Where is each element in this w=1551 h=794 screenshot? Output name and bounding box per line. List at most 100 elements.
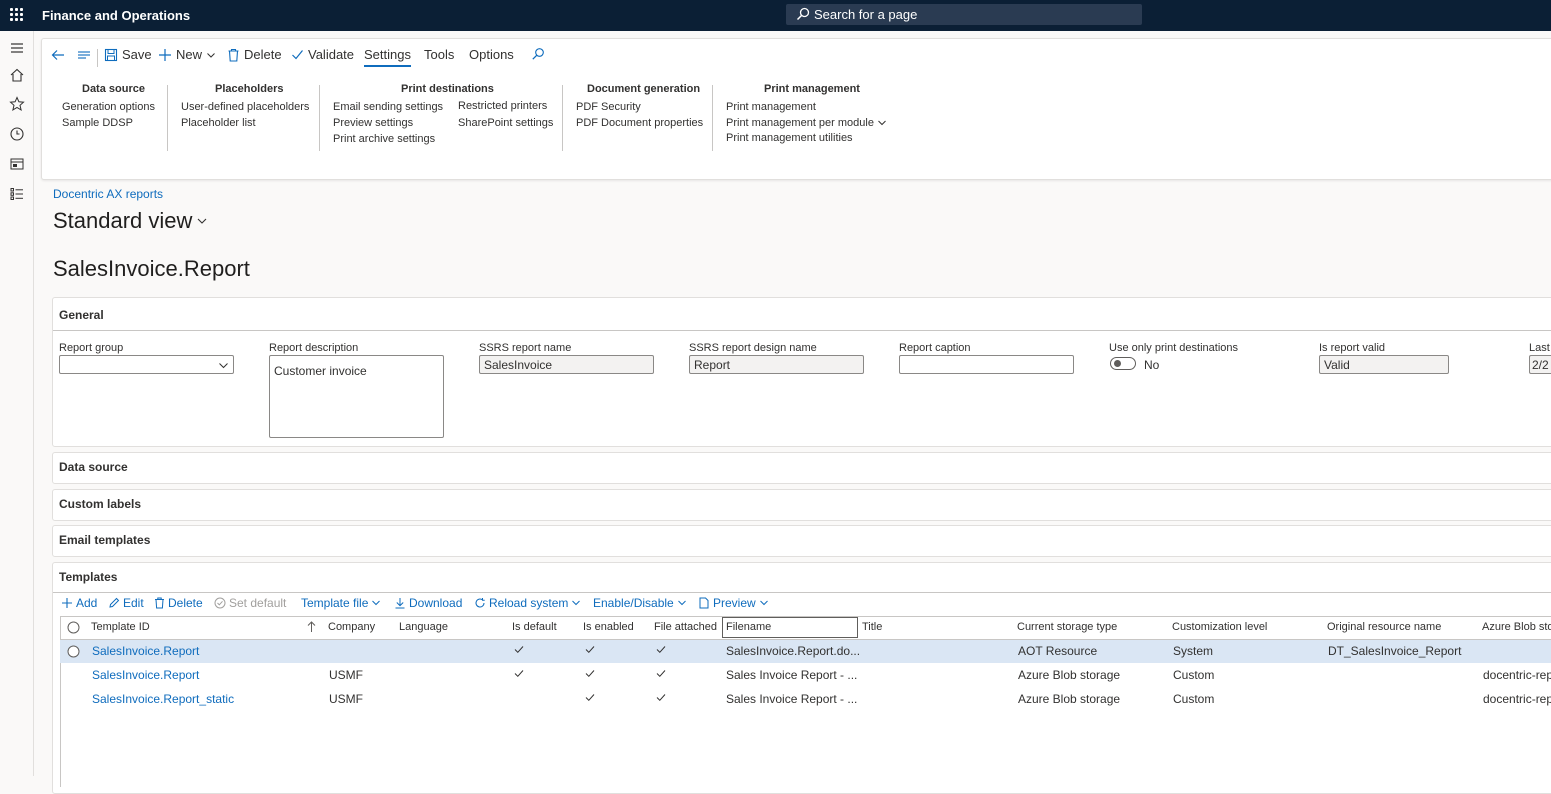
view-name: Standard view bbox=[53, 208, 193, 233]
column-header-company[interactable]: Company bbox=[328, 621, 375, 633]
set-default-button[interactable]: Set default bbox=[214, 596, 286, 610]
menu-item-print-management-per-module[interactable]: Print management per module bbox=[726, 117, 887, 129]
group-divider bbox=[712, 85, 713, 151]
delete-template-button[interactable]: Delete bbox=[154, 596, 203, 610]
app-launcher-icon[interactable] bbox=[10, 8, 24, 22]
search-placeholder: Search for a page bbox=[814, 7, 918, 22]
table-cell-template-id[interactable]: SalesInvoice.Report bbox=[92, 644, 199, 658]
is-default-check-icon bbox=[514, 646, 524, 654]
favorites-star-icon[interactable] bbox=[9, 96, 25, 112]
menu-item-generation-options[interactable]: Generation options bbox=[62, 101, 155, 113]
workspaces-icon[interactable] bbox=[9, 156, 25, 172]
chevron-down-icon bbox=[759, 600, 768, 606]
report-caption-field[interactable] bbox=[899, 355, 1074, 374]
menu-item-pdf-security[interactable]: PDF Security bbox=[576, 101, 641, 113]
sort-ascending-icon bbox=[307, 621, 316, 632]
column-header-is-enabled[interactable]: Is enabled bbox=[583, 621, 634, 633]
search-input[interactable]: Search for a page bbox=[786, 4, 1142, 25]
row-select-radio[interactable] bbox=[67, 645, 80, 658]
column-header-is-default[interactable]: Is default bbox=[512, 621, 557, 633]
add-template-button[interactable]: Add bbox=[61, 596, 97, 610]
report-description-label: Report description bbox=[269, 342, 359, 354]
template-file-label: Template file bbox=[301, 596, 369, 610]
data-source-fasttab[interactable]: Data source bbox=[52, 452, 1551, 484]
table-cell-original-resource: DT_SalesInvoice_Report bbox=[1328, 644, 1462, 658]
menu-item-print-management-utilities[interactable]: Print management utilities bbox=[726, 132, 853, 144]
general-fasttab-header[interactable]: General bbox=[59, 308, 104, 322]
select-all-radio[interactable] bbox=[67, 621, 80, 634]
templates-fasttab-header[interactable]: Templates bbox=[59, 570, 117, 584]
template-file-menu[interactable]: Template file bbox=[301, 596, 381, 610]
ssrs-design-name-field[interactable]: Report bbox=[689, 355, 864, 374]
group-title-print-management: Print management bbox=[764, 83, 860, 95]
plus-icon bbox=[62, 598, 72, 608]
edit-template-button[interactable]: Edit bbox=[108, 596, 144, 610]
email-templates-fasttab-header: Email templates bbox=[59, 533, 151, 547]
download-button[interactable]: Download bbox=[394, 596, 462, 610]
table-cell-filename: SalesInvoice.Report.do... bbox=[726, 644, 861, 658]
hamburger-menu-icon[interactable] bbox=[9, 40, 25, 56]
menu-item-restricted-printers[interactable]: Restricted printers bbox=[458, 100, 547, 112]
menu-item-placeholder-list[interactable]: Placeholder list bbox=[181, 117, 256, 129]
column-header-customization-level[interactable]: Customization level bbox=[1172, 621, 1267, 633]
menu-item-sharepoint-settings[interactable]: SharePoint settings bbox=[458, 117, 553, 129]
table-cell-storage-type: Azure Blob storage bbox=[1018, 692, 1121, 706]
save-button[interactable]: Save bbox=[104, 47, 152, 62]
ssrs-report-name-field[interactable]: SalesInvoice bbox=[479, 355, 654, 374]
menu-item-pdf-document-properties[interactable]: PDF Document properties bbox=[576, 117, 703, 129]
file-attached-check-icon bbox=[656, 646, 666, 654]
preview-menu[interactable]: Preview bbox=[698, 596, 769, 610]
menu-item-preview-settings[interactable]: Preview settings bbox=[333, 117, 413, 129]
use-only-print-destinations-label: Use only print destinations bbox=[1109, 342, 1239, 354]
custom-labels-fasttab-header: Custom labels bbox=[59, 497, 142, 511]
group-divider bbox=[167, 85, 168, 151]
chevron-down-icon bbox=[677, 600, 686, 606]
recent-clock-icon[interactable] bbox=[9, 126, 25, 142]
validate-button[interactable]: Validate bbox=[291, 47, 354, 62]
delete-button[interactable]: Delete bbox=[227, 47, 282, 62]
menu-item-user-defined-placeholders[interactable]: User-defined placeholders bbox=[181, 101, 309, 113]
modules-list-icon[interactable] bbox=[9, 186, 25, 202]
column-header-template-id[interactable]: Template ID bbox=[91, 621, 150, 633]
menu-item-sample-ddsp[interactable]: Sample DDSP bbox=[62, 117, 133, 129]
menu-item-print-archive-settings[interactable]: Print archive settings bbox=[333, 133, 435, 145]
menu-item-print-management[interactable]: Print management bbox=[726, 101, 816, 113]
table-cell-azure-blob: docentric-rep bbox=[1483, 668, 1551, 682]
column-header-azure-blob[interactable]: Azure Blob sto bbox=[1482, 621, 1551, 633]
app-title: Finance and Operations bbox=[42, 8, 191, 23]
column-header-filename: Filename bbox=[726, 621, 772, 633]
column-header-file-attached[interactable]: File attached bbox=[654, 621, 717, 633]
table-cell-template-id[interactable]: SalesInvoice.Report_static bbox=[92, 692, 234, 706]
custom-labels-fasttab[interactable]: Custom labels bbox=[52, 489, 1551, 521]
new-button[interactable]: New bbox=[158, 47, 216, 62]
home-icon[interactable] bbox=[9, 67, 25, 83]
table-cell-storage-type: AOT Resource bbox=[1018, 644, 1098, 658]
back-button[interactable] bbox=[50, 47, 66, 63]
report-description-textarea[interactable]: Customer invoice bbox=[269, 355, 444, 438]
breadcrumb[interactable]: Docentric AX reports bbox=[53, 187, 163, 201]
page-options-button[interactable] bbox=[76, 47, 92, 63]
is-report-valid-field[interactable]: Valid bbox=[1319, 355, 1449, 374]
report-group-select[interactable] bbox=[59, 355, 234, 374]
use-only-print-destinations-toggle[interactable] bbox=[1110, 357, 1136, 370]
table-cell-customization-level: Custom bbox=[1173, 692, 1215, 706]
email-templates-fasttab[interactable]: Email templates bbox=[52, 525, 1551, 557]
last-field[interactable]: 2/2 bbox=[1529, 355, 1551, 374]
tab-tools[interactable]: Tools bbox=[424, 47, 454, 62]
enable-disable-menu[interactable]: Enable/Disable bbox=[593, 596, 687, 610]
table-cell-company: USMF bbox=[329, 668, 363, 682]
report-group-label: Report group bbox=[59, 342, 124, 354]
tab-options[interactable]: Options bbox=[469, 47, 514, 62]
tab-settings[interactable]: Settings bbox=[364, 47, 411, 67]
is-report-valid-label: Is report valid bbox=[1319, 342, 1386, 354]
column-header-original-resource[interactable]: Original resource name bbox=[1327, 621, 1441, 633]
column-header-storage-type[interactable]: Current storage type bbox=[1017, 621, 1117, 633]
column-header-language[interactable]: Language bbox=[399, 621, 448, 633]
reload-system-menu[interactable]: Reload system bbox=[474, 596, 581, 610]
menu-item-email-sending-settings[interactable]: Email sending settings bbox=[333, 101, 443, 113]
table-cell-template-id[interactable]: SalesInvoice.Report bbox=[92, 668, 199, 682]
view-selector[interactable]: Standard view bbox=[53, 208, 208, 234]
find-in-actions-button[interactable] bbox=[531, 47, 545, 61]
chevron-down-icon bbox=[572, 600, 581, 606]
column-header-title[interactable]: Title bbox=[862, 621, 882, 633]
